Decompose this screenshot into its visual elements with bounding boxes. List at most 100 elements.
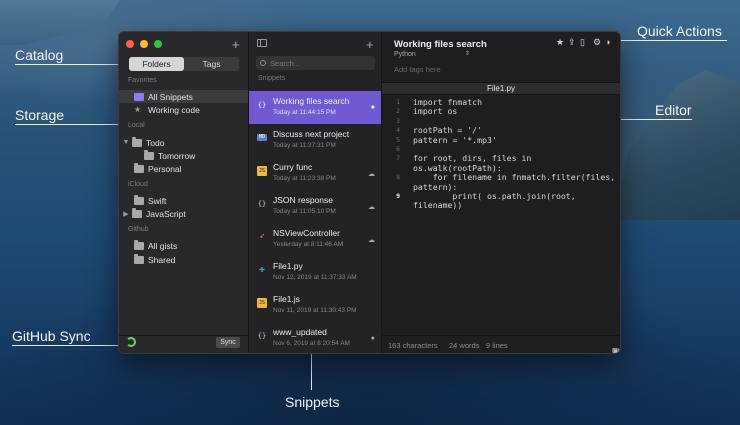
javascript-icon: JS xyxy=(257,166,267,176)
catalog-item-javascript[interactable]: ▶ JavaScript xyxy=(119,207,248,220)
star-icon: ★ xyxy=(134,104,142,114)
snippet-date: Today at 11:23:38 PM xyxy=(273,175,336,182)
cloud-icon: ☁ xyxy=(368,237,375,244)
appearance-icon[interactable]: ◑ xyxy=(605,37,610,47)
folder-icon xyxy=(144,149,154,160)
line-number xyxy=(382,183,400,192)
catalog-item-all-snippets[interactable]: All Snippets xyxy=(119,90,248,103)
catalog-item-label: All gists xyxy=(148,240,178,251)
snippet-date: Today at 11:05:10 PM xyxy=(273,208,336,215)
favorites-header: Favorites xyxy=(128,77,157,84)
file-tab[interactable]: File1.py xyxy=(382,82,620,95)
github-icon: ● xyxy=(370,335,375,342)
line-number: 8 xyxy=(396,173,400,182)
code-text: filename)) xyxy=(413,200,463,211)
snippet-item[interactable]: {} Working files search Today at 11:44:1… xyxy=(249,91,381,124)
snippet-item[interactable]: JS Curry func Today at 11:23:38 PM ☁ xyxy=(249,157,381,190)
code-line[interactable]: 5 pattern = '*.mp3' xyxy=(382,134,620,145)
search-icon xyxy=(260,60,266,66)
tray-icon xyxy=(134,92,144,101)
tags-input[interactable]: Add tags here xyxy=(394,65,441,74)
annotation-github-sync: GitHub Sync xyxy=(12,328,91,344)
catalog-item-label: Working code xyxy=(148,104,200,115)
snippet-title: File1.py xyxy=(273,261,303,271)
folder-icon xyxy=(132,207,142,218)
markdown-icon: MD xyxy=(257,134,267,141)
add-folder-plus-icon[interactable]: + xyxy=(232,38,240,51)
line-number: 2 xyxy=(396,107,400,116)
snippet-item[interactable]: JS File1.js Nov 11, 2019 at 11:30:43 PM xyxy=(249,289,381,322)
search-input[interactable]: Search... xyxy=(256,56,375,70)
editor-pane: Working files search Python ⇕ Add tags h… xyxy=(382,32,620,353)
code-text: import os xyxy=(413,106,458,117)
catalog-item-all-gists[interactable]: All gists xyxy=(119,239,248,252)
snippet-date: Nov 12, 2019 at 11:37:33 AM xyxy=(273,274,357,281)
catalog-pane: + Folders Tags Favorites All Snippets ★ … xyxy=(119,32,249,353)
tab-folders[interactable]: Folders xyxy=(129,57,184,71)
catalog-item-shared[interactable]: Shared xyxy=(119,253,248,266)
catalog-item-swift[interactable]: Swift xyxy=(119,194,248,207)
snippet-item[interactable]: ✚ File1.py Nov 12, 2019 at 11:37:33 AM xyxy=(249,256,381,289)
snippet-date: Nov 11, 2019 at 11:30:43 PM xyxy=(273,307,357,314)
character-count: 163 characters xyxy=(388,341,438,350)
close-button[interactable] xyxy=(126,40,134,48)
line-number: 4 xyxy=(396,126,400,135)
settings-icon[interactable]: ⚙ xyxy=(593,37,601,48)
json-icon: {} xyxy=(257,200,267,208)
snippet-date: Nov 6, 2019 at 8:20:54 AM xyxy=(273,340,350,347)
add-snippet-plus-icon[interactable]: + xyxy=(366,38,374,51)
annotation-storage: Storage xyxy=(15,107,65,123)
word-count: 24 words xyxy=(449,341,480,350)
github-header: Github xyxy=(128,226,149,233)
snippet-title: JSON response xyxy=(273,195,333,205)
sync-icon[interactable] xyxy=(126,337,136,347)
catalog-item-tomorrow[interactable]: Tomorrow xyxy=(119,149,248,162)
catalog-tab-switch: Folders Tags xyxy=(129,57,239,71)
swift-icon: ➶ xyxy=(259,232,265,242)
code-text: pattern = '*.mp3' xyxy=(413,134,497,145)
annotation-snippets-line xyxy=(311,348,312,390)
line-count: 9 lines xyxy=(486,341,508,350)
snippet-item[interactable]: {} www_updated Nov 6, 2019 at 8:20:54 AM… xyxy=(249,322,381,353)
copy-label: Copy to clipboard xyxy=(612,346,621,354)
javascript-icon: JS xyxy=(257,298,267,308)
snippet-item[interactable]: {} JSON response Today at 11:05:10 PM ☁ xyxy=(249,190,381,223)
catalog-item-personal[interactable]: Personal xyxy=(119,162,248,175)
sync-button[interactable]: Sync xyxy=(216,337,240,348)
code-editor[interactable]: 1 import fnmatch 2 import os 3 4 rootPath = '/… xyxy=(382,97,620,211)
share-icon[interactable]: ⇪ xyxy=(568,37,576,48)
disclosure-closed-icon[interactable]: ▶ xyxy=(122,210,130,218)
catalog-item-label: JavaScript xyxy=(146,208,186,219)
line-number xyxy=(382,164,400,173)
snippet-item[interactable]: ➶ NSViewController Yesterday at 8:11:46 … xyxy=(249,223,381,256)
catalog-item-working-code[interactable]: ★ Working code xyxy=(119,103,248,116)
trash-icon[interactable]: ▯ xyxy=(580,37,585,48)
star-icon[interactable]: ★ xyxy=(556,37,564,48)
sidebar-toggle-icon[interactable] xyxy=(257,39,267,47)
snippet-title-field[interactable]: Working files search xyxy=(394,39,487,50)
catalog-item-todo[interactable]: ▼ Todo xyxy=(119,136,248,149)
snippet-item[interactable]: MD Discuss next project Today at 11:37:3… xyxy=(249,124,381,157)
snippets-header: Snippets xyxy=(258,75,286,82)
line-number: 5 xyxy=(396,135,400,144)
zoom-button[interactable] xyxy=(154,40,162,48)
tab-tags[interactable]: Tags xyxy=(184,57,239,71)
annotation-editor: Editor xyxy=(655,102,692,118)
code-line[interactable]: 2 import os xyxy=(382,106,620,117)
catalog-item-label: Swift xyxy=(148,195,167,206)
disclosure-open-icon[interactable]: ▼ xyxy=(122,139,130,146)
minimize-button[interactable] xyxy=(140,40,148,48)
json-icon: {} xyxy=(257,101,267,109)
catalog-bottom-bar: Sync xyxy=(119,335,248,353)
folder-icon xyxy=(134,194,144,205)
snippet-title: Curry func xyxy=(273,162,313,172)
chevron-updown-icon[interactable]: ⇕ xyxy=(465,50,470,57)
python-icon: ✚ xyxy=(258,264,266,275)
snippet-title: NSViewController xyxy=(273,228,340,238)
language-select[interactable]: Python xyxy=(394,51,416,58)
local-header: Local xyxy=(128,122,145,129)
code-line[interactable]: filename)) xyxy=(382,200,620,211)
cloud-icon: ☁ xyxy=(368,204,375,211)
annotation-quick-actions: Quick Actions xyxy=(637,23,722,39)
folder-icon xyxy=(134,253,144,264)
